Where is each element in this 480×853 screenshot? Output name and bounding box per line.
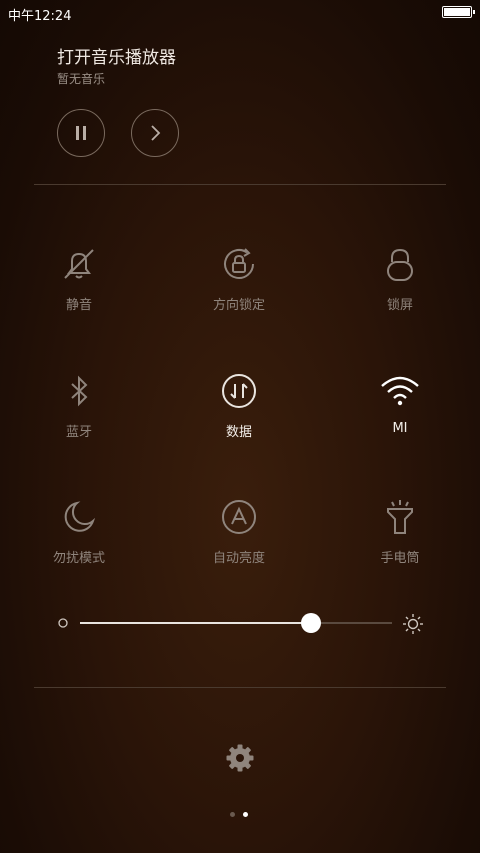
pause-icon xyxy=(76,126,86,140)
next-button[interactable] xyxy=(131,109,179,157)
music-player-subtitle: 暂无音乐 xyxy=(57,72,106,86)
brightness-high-icon xyxy=(403,614,423,634)
toggle-auto-brightness[interactable]: 自动亮度 xyxy=(184,495,294,566)
page-dot-active xyxy=(243,812,248,817)
bell-off-icon xyxy=(64,249,94,279)
toggle-wifi[interactable]: MI xyxy=(345,369,455,436)
wifi-icon xyxy=(381,376,419,406)
slider-thumb[interactable] xyxy=(300,613,321,633)
settings-button[interactable] xyxy=(225,743,255,773)
moon-icon xyxy=(64,501,96,532)
toggle-lock-screen[interactable]: 锁屏 xyxy=(345,242,455,313)
slider-fill xyxy=(80,622,311,624)
auto-brightness-icon xyxy=(222,500,256,534)
brightness-slider[interactable] xyxy=(58,610,424,636)
gear-icon xyxy=(226,744,254,772)
bluetooth-icon xyxy=(71,375,88,407)
divider xyxy=(34,687,446,688)
toggle-mute[interactable]: 静音 xyxy=(24,242,134,313)
toggle-label: 数据 xyxy=(225,425,252,440)
toggle-label: 蓝牙 xyxy=(65,425,92,440)
toggle-rotation-lock[interactable]: 方向锁定 xyxy=(184,242,294,313)
status-time: 中午12:24 xyxy=(8,9,72,24)
brightness-low-icon xyxy=(58,618,68,628)
toggle-label: 自动亮度 xyxy=(212,551,265,566)
toggle-label: 锁屏 xyxy=(386,298,413,313)
chevron-right-icon xyxy=(151,125,161,141)
toggle-label: 勿扰模式 xyxy=(52,551,105,566)
divider xyxy=(34,184,446,185)
music-player-title[interactable]: 打开音乐播放器 xyxy=(57,43,176,68)
status-bar: 中午12:24 xyxy=(0,0,480,26)
toggle-bluetooth[interactable]: 蓝牙 xyxy=(24,369,134,440)
toggle-label: 静音 xyxy=(65,298,92,313)
rotation-lock-icon xyxy=(224,248,254,279)
battery-icon xyxy=(442,6,475,18)
mobile-data-icon xyxy=(222,374,256,408)
page-dot xyxy=(230,812,235,817)
toggle-label: 手电筒 xyxy=(380,551,420,566)
lock-icon xyxy=(387,248,413,281)
toggle-label: 方向锁定 xyxy=(212,298,265,313)
toggle-mobile-data[interactable]: 数据 xyxy=(184,369,294,440)
toggle-label: MI xyxy=(392,421,408,436)
toggle-flashlight[interactable]: 手电筒 xyxy=(345,495,455,566)
pause-button[interactable] xyxy=(57,109,105,157)
toggle-do-not-disturb[interactable]: 勿扰模式 xyxy=(24,495,134,566)
flashlight-icon xyxy=(387,500,413,534)
